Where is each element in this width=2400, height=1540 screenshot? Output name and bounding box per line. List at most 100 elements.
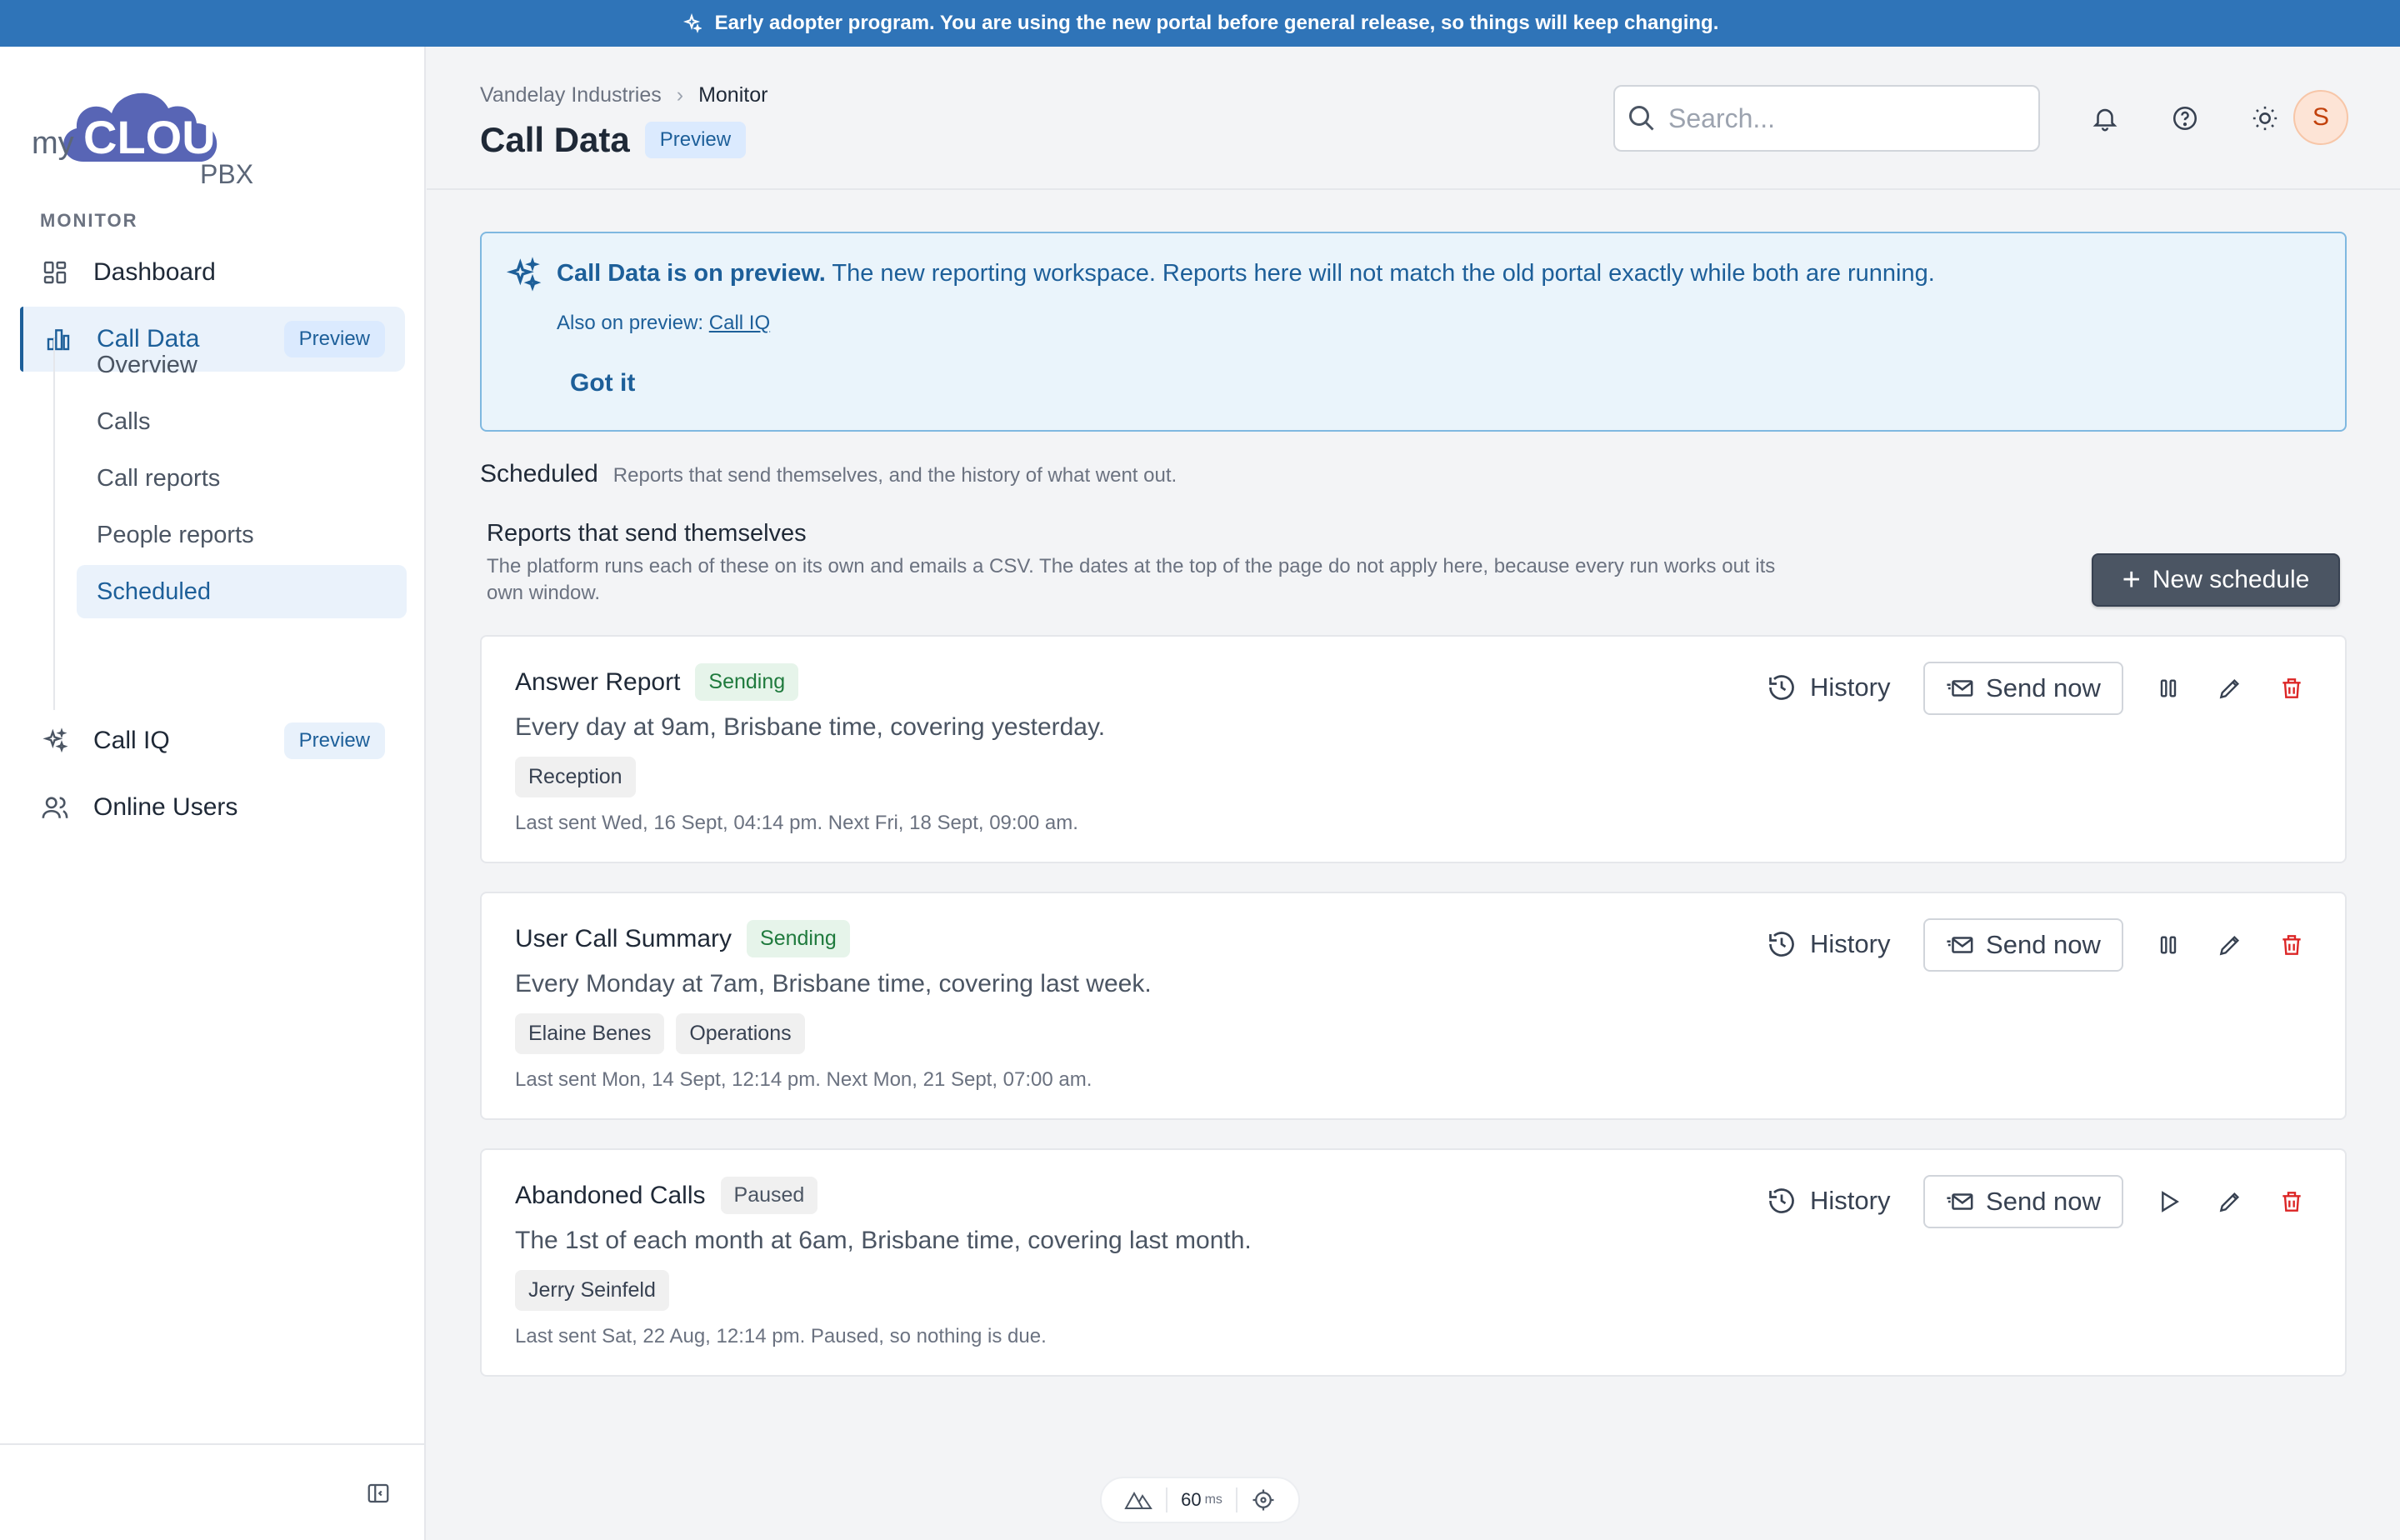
report-name: Abandoned Calls bbox=[515, 1181, 706, 1209]
schedule-card-abandoned-calls: Abandoned Calls Paused The 1st of each m… bbox=[480, 1148, 2347, 1377]
alert-sub-prefix: Also on preview: bbox=[557, 312, 709, 334]
logo-cloud: CLOUD bbox=[83, 111, 249, 163]
subnav-item-scheduled[interactable]: Scheduled bbox=[77, 565, 407, 618]
subnav-item-calls[interactable]: Calls bbox=[77, 395, 407, 448]
pause-icon[interactable] bbox=[2150, 670, 2187, 707]
logo-pbx: PBX bbox=[200, 159, 253, 187]
chevron-right-icon: › bbox=[676, 83, 684, 107]
subnav-item-people-reports[interactable]: People reports bbox=[77, 508, 407, 562]
recipient-tags: Elaine Benes Operations bbox=[515, 1013, 817, 1054]
subnav-label: Call reports bbox=[97, 464, 221, 492]
send-now-button[interactable]: Send now bbox=[1923, 918, 2123, 972]
recipient-tags: Jerry Seinfeld bbox=[515, 1270, 681, 1311]
history-button[interactable]: History bbox=[1757, 1175, 1900, 1227]
schedule-card-answer-report: Answer Report Sending Every day at 9am, … bbox=[480, 635, 2347, 863]
report-name: Answer Report bbox=[515, 668, 681, 696]
status-badge: Sending bbox=[695, 663, 799, 701]
report-meta: Last sent Mon, 14 Sept, 12:14 pm. Next M… bbox=[515, 1068, 1092, 1091]
mycloud-pbx-logo[interactable]: my CLOUD PBX bbox=[32, 70, 273, 189]
subnav-label: People reports bbox=[97, 521, 254, 548]
report-schedule: The 1st of each month at 6am, Brisbane t… bbox=[515, 1227, 1252, 1254]
sidebar-item-label: Dashboard bbox=[93, 258, 216, 286]
subnav-label: Overview bbox=[97, 351, 198, 378]
report-meta: Last sent Sat, 22 Aug, 12:14 pm. Paused,… bbox=[515, 1325, 1047, 1348]
avatar[interactable]: S bbox=[2293, 90, 2348, 145]
latency-value: 60 bbox=[1181, 1489, 1202, 1510]
report-schedule: Every Monday at 7am, Brisbane time, cove… bbox=[515, 970, 1152, 998]
sidebar: my CLOUD PBX MONITOR Dashboard Call Data… bbox=[0, 47, 426, 1540]
new-schedule-button[interactable]: + New schedule bbox=[2092, 553, 2340, 607]
history-label: History bbox=[1810, 672, 1891, 702]
edit-pencil-icon[interactable] bbox=[2212, 670, 2248, 707]
subnav-item-call-reports[interactable]: Call reports bbox=[77, 452, 407, 505]
status-badge: Sending bbox=[747, 920, 850, 958]
devtools-pill[interactable]: 60 ms bbox=[1100, 1477, 1300, 1523]
recipient-tag: Reception bbox=[515, 757, 636, 798]
dashboard-icon bbox=[40, 258, 70, 288]
sidebar-item-online-users[interactable]: Online Users bbox=[20, 775, 405, 840]
latency-unit: ms bbox=[1204, 1492, 1222, 1507]
users-icon bbox=[40, 792, 70, 822]
edit-pencil-icon[interactable] bbox=[2212, 927, 2248, 963]
pause-icon[interactable] bbox=[2150, 927, 2187, 963]
theme-toggle-icon[interactable] bbox=[2247, 100, 2283, 137]
alert-subtext: Also on preview: Call IQ bbox=[557, 312, 770, 335]
send-now-label: Send now bbox=[1986, 673, 2101, 702]
sidebar-item-label: Call IQ bbox=[93, 727, 170, 754]
history-button[interactable]: History bbox=[1757, 662, 1900, 713]
call-data-subnav: Overview Calls Call reports People repor… bbox=[53, 338, 407, 710]
sparkle-icon bbox=[40, 726, 70, 756]
breadcrumb-org[interactable]: Vandelay Industries bbox=[480, 83, 662, 108]
subnav-item-overview[interactable]: Overview bbox=[77, 338, 407, 392]
sidebar-item-dashboard[interactable]: Dashboard bbox=[20, 240, 405, 305]
send-now-button[interactable]: Send now bbox=[1923, 1175, 2123, 1228]
breadcrumb: Vandelay Industries › Monitor bbox=[480, 83, 768, 108]
send-mail-icon bbox=[1947, 1193, 1973, 1210]
recipient-tags: Reception bbox=[515, 757, 648, 798]
recipient-tag: Jerry Seinfeld bbox=[515, 1270, 669, 1311]
delete-trash-icon[interactable] bbox=[2273, 1183, 2310, 1220]
edit-pencil-icon[interactable] bbox=[2212, 1183, 2248, 1220]
recipient-tag: Elaine Benes bbox=[515, 1013, 665, 1054]
divider bbox=[1235, 1488, 1238, 1512]
sidebar-section-label: MONITOR bbox=[40, 210, 138, 231]
delete-trash-icon[interactable] bbox=[2273, 927, 2310, 963]
collapse-sidebar-icon[interactable] bbox=[363, 1478, 393, 1508]
search-box[interactable] bbox=[1613, 85, 2040, 152]
help-icon[interactable] bbox=[2167, 100, 2203, 137]
scheduled-heading: Scheduled Reports that send themselves, … bbox=[480, 460, 1177, 488]
preview-badge: Preview bbox=[644, 122, 747, 158]
page-title: Call Data bbox=[480, 120, 630, 159]
search-icon bbox=[1629, 106, 1654, 131]
alert-body: The new reporting workspace. Reports her… bbox=[825, 260, 1935, 287]
history-label: History bbox=[1810, 929, 1891, 958]
history-label: History bbox=[1810, 1186, 1891, 1215]
schedule-card-user-call-summary: User Call Summary Sending Every Monday a… bbox=[480, 892, 2347, 1120]
divider bbox=[1166, 1488, 1168, 1512]
scheduled-description: Reports that send themselves, and the hi… bbox=[612, 464, 1178, 487]
section-description: The platform runs each of these on its o… bbox=[487, 555, 1776, 604]
send-now-label: Send now bbox=[1986, 1187, 2101, 1216]
delete-trash-icon[interactable] bbox=[2273, 670, 2310, 707]
scheduled-title: Scheduled bbox=[480, 460, 598, 488]
bell-icon[interactable] bbox=[2087, 100, 2123, 137]
play-icon[interactable] bbox=[2150, 1183, 2187, 1220]
history-button[interactable]: History bbox=[1757, 918, 1900, 970]
search-input[interactable] bbox=[1668, 102, 2018, 134]
send-mail-icon bbox=[1947, 680, 1973, 697]
sparkle-icon bbox=[505, 257, 542, 298]
report-meta: Last sent Wed, 16 Sept, 04:14 pm. Next F… bbox=[515, 812, 1078, 834]
breadcrumb-current[interactable]: Monitor bbox=[698, 83, 768, 108]
crosshair-icon bbox=[1252, 1489, 1274, 1511]
alert-message: Call Data is on preview. The new reporti… bbox=[557, 260, 1935, 288]
preview-badge: Preview bbox=[283, 722, 385, 759]
history-icon bbox=[1769, 932, 1794, 957]
send-now-button[interactable]: Send now bbox=[1923, 662, 2123, 715]
call-iq-link[interactable]: Call IQ bbox=[709, 312, 770, 334]
page-header: Vandelay Industries › Monitor Call Data … bbox=[427, 47, 2400, 190]
sidebar-item-call-iq[interactable]: Call IQ Preview bbox=[20, 708, 405, 773]
report-name: User Call Summary bbox=[515, 924, 732, 952]
subnav-label: Calls bbox=[97, 408, 151, 435]
got-it-button[interactable]: Got it bbox=[557, 362, 648, 405]
new-schedule-label: New schedule bbox=[2152, 566, 2310, 593]
